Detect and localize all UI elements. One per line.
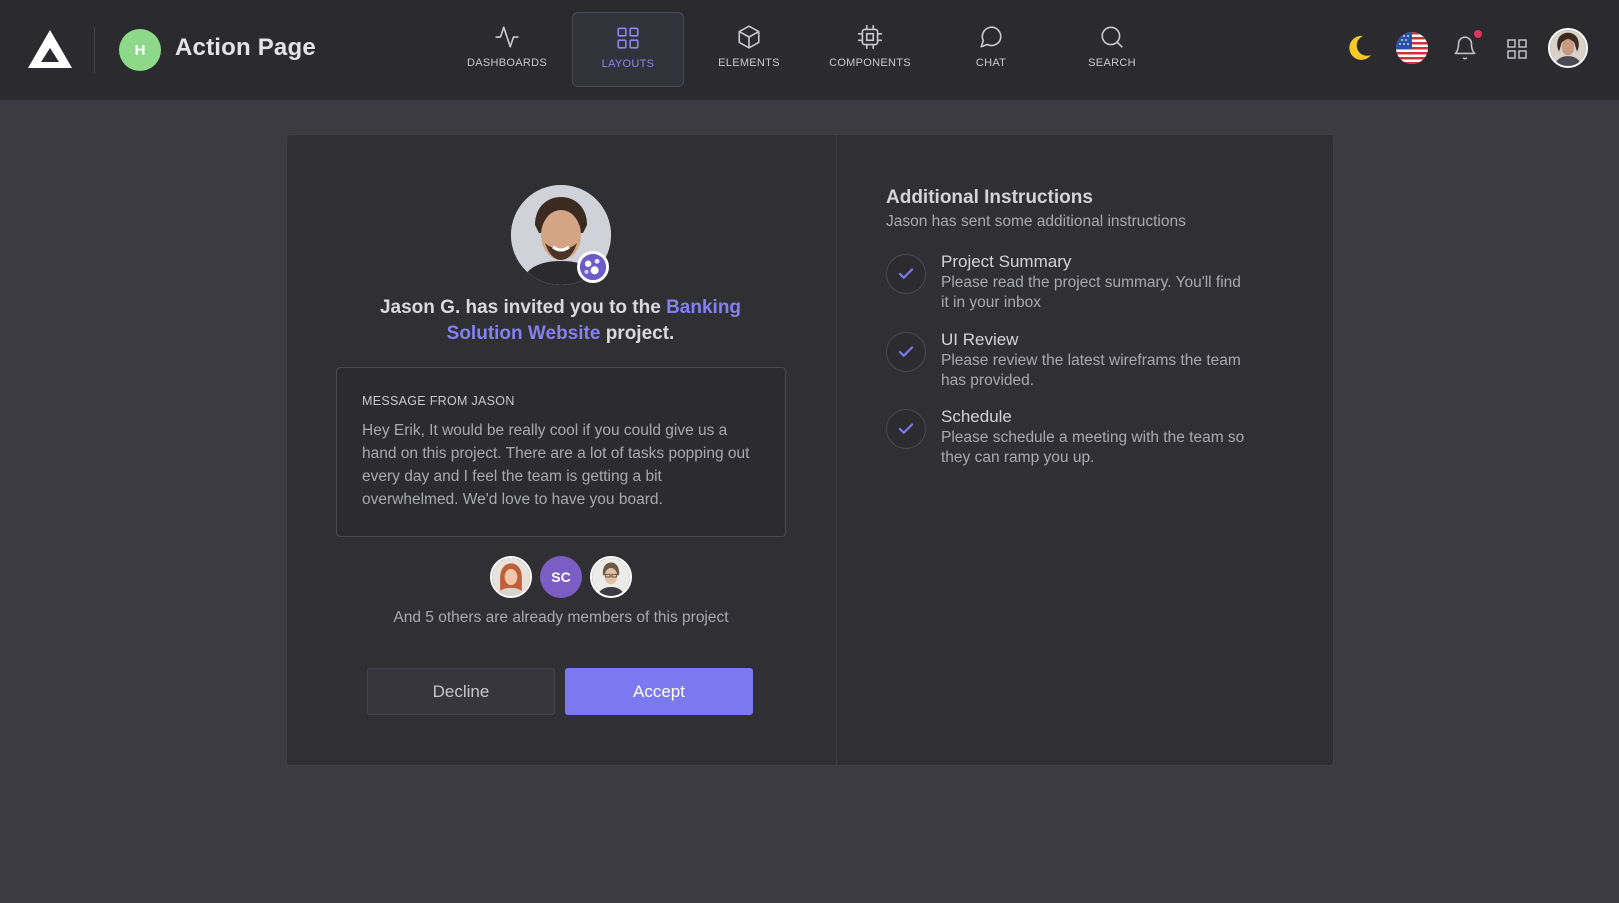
nav-label: DASHBOARDS (466, 57, 548, 69)
step-description: Please schedule a meeting with the team … (941, 429, 1245, 466)
check-icon (898, 346, 914, 357)
step-title: Schedule (941, 407, 1012, 426)
invite-prefix: Jason G. has invited you to the (379, 297, 667, 318)
nav-elements[interactable]: ELEMENTS (693, 12, 805, 87)
notification-dot (1474, 30, 1482, 38)
nav-label: LAYOUTS (601, 58, 655, 70)
step-check (886, 409, 926, 449)
step-check (886, 332, 926, 372)
instructions-subtitle: Jason has sent some additional instructi… (886, 213, 1186, 230)
step-title: Project Summary (941, 252, 1072, 271)
nav-layouts[interactable]: LAYOUTS (572, 12, 684, 87)
moon-icon[interactable] (1344, 33, 1374, 63)
decline-button[interactable]: Decline (367, 668, 555, 715)
user-avatar[interactable] (1548, 28, 1588, 68)
cpu-icon (858, 25, 882, 49)
logo-icon[interactable] (26, 28, 74, 70)
member-avatar[interactable] (490, 556, 532, 598)
header-divider (94, 27, 95, 73)
page-title: Action Page (175, 34, 316, 61)
nav-label: SEARCH (1088, 57, 1136, 69)
nav-label: COMPONENTS (829, 57, 911, 69)
card-divider (836, 134, 837, 766)
cube-icon (738, 25, 760, 49)
member-avatar-initials[interactable]: SC (540, 556, 582, 598)
nav-components[interactable]: COMPONENTS (814, 12, 926, 87)
nav-search[interactable]: SEARCH (1056, 12, 1168, 87)
grid-icon (617, 27, 639, 49)
search-icon (1101, 26, 1123, 48)
message-body: Hey Erik, It would be really cool if you… (362, 422, 750, 508)
invite-suffix: project. (600, 323, 675, 344)
nav-chat[interactable]: CHAT (935, 12, 1047, 87)
message-title: MESSAGE FROM JASON (362, 394, 515, 408)
instructions-title: Additional Instructions (886, 187, 1093, 208)
nav-label: ELEMENTS (718, 57, 780, 69)
invite-headline: Jason G. has invited you to the Banking … (370, 295, 751, 347)
step-description: Please read the project summary. You'll … (941, 274, 1241, 311)
page-badge: H (119, 29, 161, 71)
company-badge-icon (577, 251, 609, 283)
nav-dashboards[interactable]: DASHBOARDS (451, 12, 563, 87)
top-bar: H Action Page DASHBOARDS LAYOUTS ELEMENT… (0, 0, 1619, 100)
nav-label: CHAT (975, 57, 1007, 69)
chat-icon (980, 26, 1002, 48)
check-icon (898, 268, 914, 279)
step-title: UI Review (941, 330, 1019, 349)
bell-icon[interactable] (1452, 34, 1478, 62)
apps-grid-icon[interactable] (1505, 37, 1529, 61)
check-icon (898, 423, 914, 434)
members-text: And 5 others are already members of this… (393, 609, 729, 626)
step-description: Please review the latest wireframs the t… (941, 352, 1241, 389)
us-flag-icon[interactable] (1396, 32, 1428, 64)
step-check (886, 254, 926, 294)
member-avatar[interactable] (590, 556, 632, 598)
activity-icon (495, 26, 519, 48)
accept-button[interactable]: Accept (565, 668, 753, 715)
